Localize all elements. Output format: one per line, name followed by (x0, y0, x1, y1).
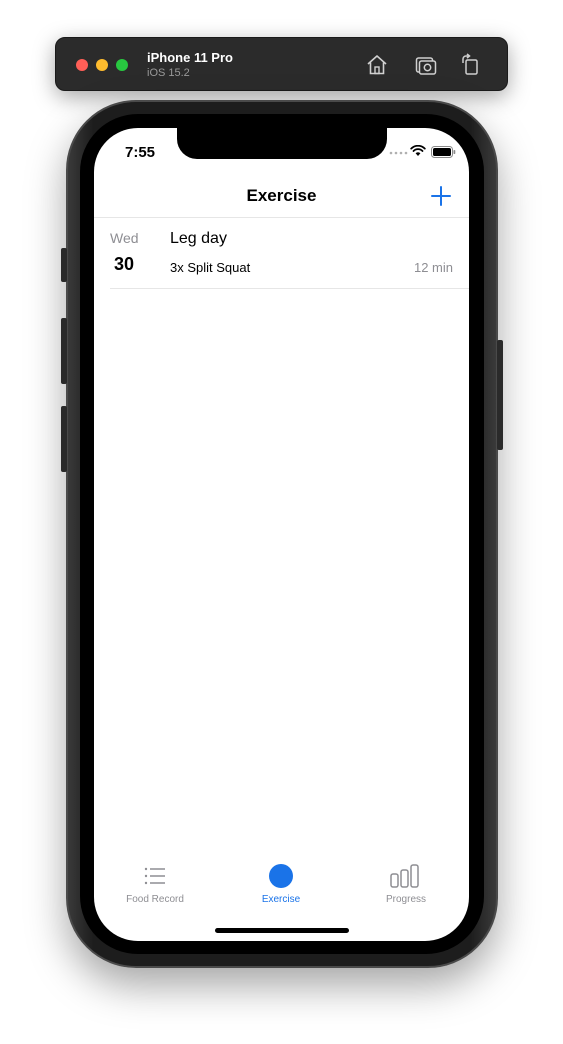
screenshot-icon[interactable] (414, 53, 438, 77)
rotate-icon[interactable] (459, 53, 483, 77)
plus-icon[interactable] (430, 185, 452, 207)
list-icon (144, 867, 165, 885)
device-name: iPhone 11 Pro (147, 50, 233, 65)
bar-chart-icon (390, 864, 419, 888)
notch (177, 128, 387, 159)
power-button (497, 340, 503, 450)
circle-icon (269, 864, 293, 888)
home-icon[interactable] (365, 53, 389, 77)
tab-food-record[interactable]: Food Record (100, 856, 210, 908)
row-title: Leg day (170, 230, 227, 247)
tab-progress[interactable]: Progress (351, 856, 461, 908)
row-day: 30 (114, 254, 135, 274)
battery-icon (431, 146, 456, 158)
minimize-window-button[interactable] (96, 59, 108, 71)
tab-label: Food Record (126, 894, 184, 905)
mute-switch (61, 248, 67, 282)
tab-label: Exercise (261, 894, 301, 905)
nav-title: Exercise (246, 186, 317, 205)
phone-screen: 7:55 Exercise Wed 30 Leg day 3x Split Sq… (94, 128, 469, 941)
tab-label: Progress (385, 894, 426, 905)
os-version: iOS 15.2 (147, 67, 190, 79)
signal-icon (389, 151, 408, 155)
close-window-button[interactable] (76, 59, 88, 71)
row-divider (110, 288, 469, 289)
volume-down-button (61, 406, 67, 472)
tab-bar: Food Record Exercise Progress (94, 856, 469, 908)
tab-exercise[interactable]: Exercise (226, 856, 336, 908)
status-time: 7:55 (125, 144, 156, 161)
row-detail: 3x Split Squat (170, 260, 251, 275)
exercise-row[interactable]: Wed 30 Leg day 3x Split Squat 12 min (110, 218, 469, 289)
zoom-window-button[interactable] (116, 59, 128, 71)
row-duration: 12 min (413, 260, 453, 275)
wifi-icon (410, 145, 426, 156)
row-weekday: Wed (110, 230, 139, 246)
simulator-title-bar: iPhone 11 Pro iOS 15.2 (55, 37, 508, 91)
home-indicator[interactable] (215, 928, 349, 933)
volume-up-button (61, 318, 67, 384)
